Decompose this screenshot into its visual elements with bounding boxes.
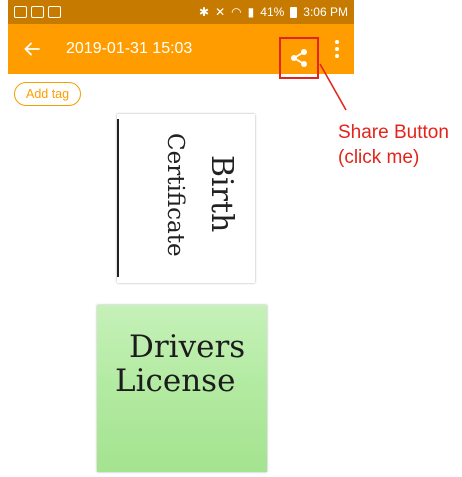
app-bar: 2019-01-31 15:03	[8, 24, 354, 79]
add-tag-label: Add tag	[26, 87, 70, 101]
phone-screen: ✱ ✕ ◠ ▮ 41% 3:06 PM 2019-01-31 15:03 Add…	[8, 0, 354, 472]
add-tag-button[interactable]: Add tag	[14, 82, 82, 106]
handwriting-image: Drivers License	[115, 329, 245, 399]
annotation-label: Share Button (click me)	[338, 120, 449, 170]
svg-text:Drivers: Drivers	[129, 329, 245, 365]
back-arrow-icon	[24, 42, 40, 56]
notification-icon	[48, 6, 61, 18]
back-button[interactable]	[8, 24, 56, 74]
share-button-highlight	[279, 37, 319, 79]
battery-icon	[290, 6, 298, 18]
more-options-button[interactable]	[320, 24, 354, 74]
notification-icons	[8, 6, 61, 18]
svg-text:License: License	[115, 363, 235, 399]
battery-percent: 41%	[260, 5, 285, 19]
annotation-line-2: (click me)	[338, 147, 420, 168]
document-thumbnail-drivers-license[interactable]: Drivers License	[97, 305, 267, 472]
status-indicators: ✱ ✕ ◠ ▮ 41% 3:06 PM	[199, 5, 354, 19]
more-vert-icon	[335, 39, 339, 60]
svg-text:Certificate: Certificate	[162, 133, 188, 257]
document-thumbnail-birth-certificate[interactable]: Birth Certificate	[117, 114, 255, 283]
clock: 3:06 PM	[303, 5, 348, 19]
notification-icon	[31, 6, 44, 18]
notification-icon	[14, 6, 27, 18]
bluetooth-icon: ✱	[199, 5, 210, 19]
handwriting-image: Birth Certificate	[162, 133, 239, 257]
annotation-line-1: Share Button	[338, 122, 449, 143]
status-bar: ✱ ✕ ◠ ▮ 41% 3:06 PM	[8, 0, 354, 24]
page-title: 2019-01-31 15:03	[66, 40, 193, 57]
mute-icon: ✕	[215, 5, 226, 19]
signal-icon: ▮	[247, 5, 255, 19]
wifi-icon: ◠	[231, 5, 242, 19]
svg-text:Birth: Birth	[204, 155, 239, 232]
